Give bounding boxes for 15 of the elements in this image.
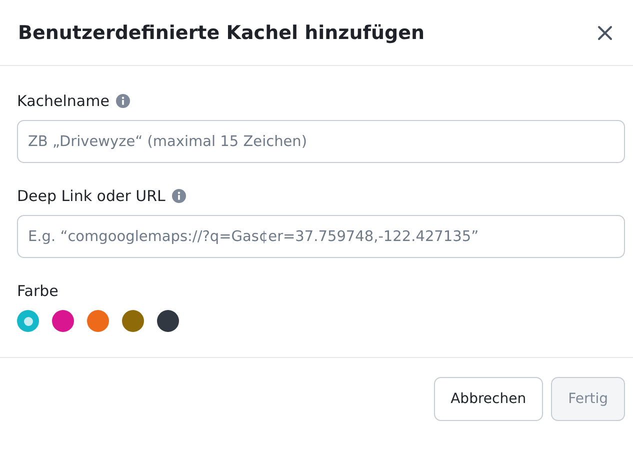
color-swatch[interactable]	[157, 310, 179, 332]
field-label: Deep Link oder URL	[17, 187, 166, 205]
info-icon[interactable]	[172, 189, 186, 203]
cancel-button[interactable]: Abbrechen	[434, 377, 544, 421]
color-swatch[interactable]	[87, 310, 109, 332]
dialog-title: Benutzerdefinierte Kachel hinzufügen	[18, 22, 425, 44]
color-swatch[interactable]	[17, 310, 39, 332]
field-label: Kachelname	[17, 92, 110, 110]
close-icon[interactable]	[597, 24, 613, 40]
color-swatch[interactable]	[122, 310, 144, 332]
text-input-field[interactable]: ZB „Drivewyze“ (maximal 15 Zeichen)	[17, 120, 625, 163]
color-label: Farbe	[17, 282, 58, 300]
text-input-field[interactable]: E.g. “comgooglemaps://?q=Gas¢er=37.759748,-122.427135”	[17, 215, 625, 258]
info-icon[interactable]	[116, 94, 130, 108]
color-swatch[interactable]	[52, 310, 74, 332]
